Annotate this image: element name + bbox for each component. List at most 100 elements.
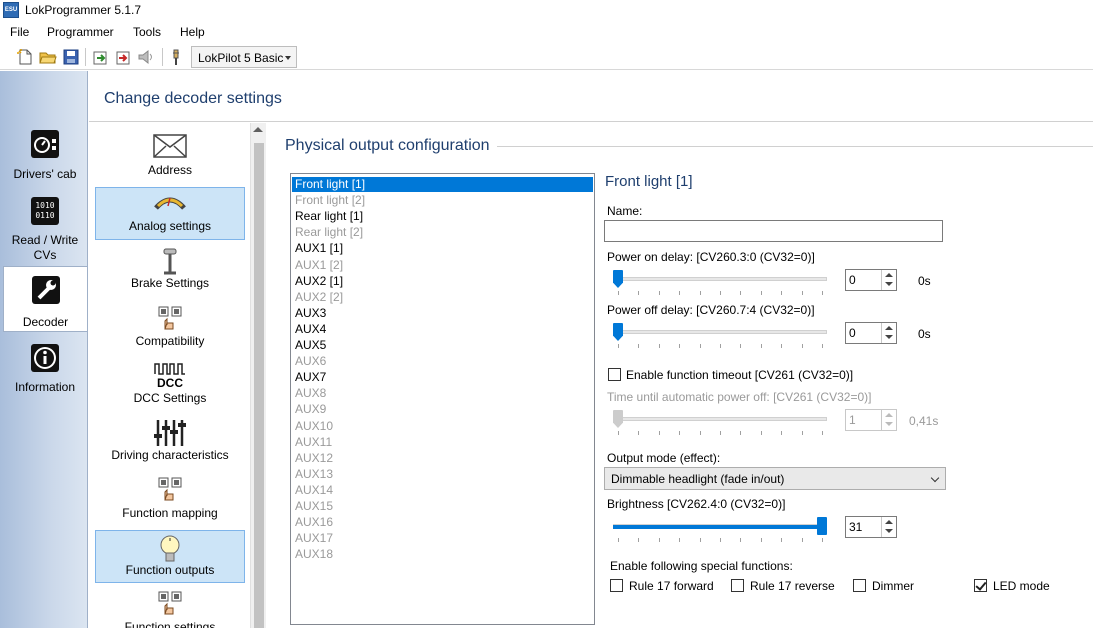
power-off-value: 0 [849, 326, 856, 340]
brightness-spinbox[interactable]: 31 [845, 516, 897, 538]
output-list-item[interactable]: AUX1 [1] [295, 241, 343, 256]
nav-item-information[interactable]: Information [3, 343, 87, 398]
read-decoder-icon[interactable] [91, 48, 109, 66]
menu-file[interactable]: File [10, 25, 29, 39]
envelope-icon [153, 134, 187, 158]
connect-icon[interactable] [167, 48, 185, 66]
slider-fill [613, 525, 817, 529]
scroll-thumb[interactable] [254, 143, 264, 628]
slider-thumb[interactable] [817, 517, 827, 535]
settings-label-brake: Brake Settings [130, 276, 210, 290]
auto-off-slider[interactable] [613, 410, 827, 436]
power-off-slider[interactable] [613, 323, 827, 349]
led-mode-checkbox[interactable] [974, 579, 987, 592]
output-list-item[interactable]: AUX6 [295, 354, 326, 369]
slider-track[interactable] [613, 277, 827, 281]
output-list-item[interactable]: AUX5 [295, 338, 326, 353]
output-list-item[interactable]: Rear light [2] [295, 225, 363, 240]
output-list-item[interactable]: AUX8 [295, 386, 326, 401]
slider-thumb[interactable] [613, 323, 623, 341]
settings-label-dcc: DCC Settings [133, 391, 207, 405]
spin-buttons[interactable] [881, 323, 896, 343]
brightness-slider[interactable] [613, 517, 827, 543]
output-list-item[interactable]: AUX3 [295, 306, 326, 321]
bulb-icon [160, 535, 180, 562]
spin-down-icon[interactable] [885, 282, 893, 286]
output-list-item[interactable]: AUX16 [295, 515, 333, 530]
cv-table-icon: 1010 0110 [31, 197, 59, 225]
output-list-item[interactable]: AUX1 [2] [295, 258, 343, 273]
toolbar-separator [162, 48, 163, 66]
nav-label-read-write-cvs: Read / Write CVs [11, 233, 79, 262]
rule17-forward-checkbox[interactable] [610, 579, 623, 592]
menu-programmer[interactable]: Programmer [47, 25, 114, 39]
settings-item-function-outputs[interactable]: Function outputs [95, 530, 245, 583]
output-list-item[interactable]: AUX12 [295, 451, 333, 466]
auto-off-spinbox[interactable]: 1 [845, 409, 897, 431]
output-list[interactable]: Front light [1] Front light [2] Rear light… [290, 173, 595, 625]
output-list-item[interactable]: AUX2 [2] [295, 290, 343, 305]
window-title: LokProgrammer 5.1.7 [25, 3, 142, 17]
power-off-spinbox[interactable]: 0 [845, 322, 897, 344]
output-list-item[interactable]: AUX17 [295, 531, 333, 546]
output-list-item[interactable]: AUX9 [295, 402, 326, 417]
sound-icon[interactable] [137, 48, 155, 66]
spin-buttons[interactable] [881, 410, 896, 430]
decoder-type-dropdown[interactable]: LokPilot 5 Basic [191, 46, 297, 68]
output-list-item[interactable]: AUX13 [295, 467, 333, 482]
slider-thumb[interactable] [613, 410, 623, 428]
output-list-item[interactable]: AUX10 [295, 419, 333, 434]
output-list-item[interactable]: AUX15 [295, 499, 333, 514]
spin-up-icon[interactable] [885, 326, 893, 330]
slider-thumb[interactable] [613, 270, 623, 288]
write-decoder-icon[interactable] [114, 48, 132, 66]
settings-item-dcc[interactable]: DCC DCC Settings [95, 360, 245, 410]
open-folder-icon[interactable] [39, 48, 57, 66]
output-list-item[interactable]: Rear light [1] [295, 209, 363, 224]
nav-item-decoder[interactable]: Decoder [3, 266, 87, 332]
nav-item-read-write-cvs[interactable]: 1010 0110 Read / Write CVs [3, 196, 87, 262]
output-list-item[interactable]: AUX18 [295, 547, 333, 562]
new-file-icon[interactable] [16, 48, 34, 66]
menu-help[interactable]: Help [180, 25, 205, 39]
timeout-checkbox[interactable] [608, 368, 621, 381]
spin-down-icon[interactable] [885, 529, 893, 533]
spin-up-icon[interactable] [885, 413, 893, 417]
compatibility-icon [158, 306, 182, 330]
auto-off-time: 0,41s [909, 414, 939, 428]
output-list-item[interactable]: Front light [1] [292, 177, 593, 192]
settings-item-compatibility[interactable]: Compatibility [95, 303, 245, 353]
save-icon[interactable] [62, 48, 80, 66]
settings-item-address[interactable]: Address [95, 131, 245, 181]
spin-up-icon[interactable] [885, 273, 893, 277]
settings-item-brake[interactable]: Brake Settings [95, 245, 245, 295]
menu-tools[interactable]: Tools [133, 25, 161, 39]
settings-scrollbar[interactable] [250, 123, 266, 628]
spin-up-icon[interactable] [885, 520, 893, 524]
output-mode-value: Dimmable headlight (fade in/out) [611, 472, 785, 486]
settings-item-analog[interactable]: Analog settings [95, 187, 245, 240]
output-mode-select[interactable]: Dimmable headlight (fade in/out) [604, 467, 946, 490]
spin-down-icon[interactable] [885, 422, 893, 426]
slider-track[interactable] [613, 330, 827, 334]
output-list-item[interactable]: AUX7 [295, 370, 326, 385]
dimmer-checkbox[interactable] [853, 579, 866, 592]
spin-buttons[interactable] [881, 517, 896, 537]
name-input[interactable] [604, 220, 943, 242]
settings-item-driving[interactable]: Driving characteristics [95, 416, 245, 466]
output-list-item[interactable]: AUX4 [295, 322, 326, 337]
output-list-item[interactable]: Front light [2] [295, 193, 365, 208]
output-list-item[interactable]: AUX11 [295, 435, 332, 450]
nav-item-drivers-cab[interactable]: Drivers' cab [3, 129, 87, 189]
spin-down-icon[interactable] [885, 335, 893, 339]
spin-buttons[interactable] [881, 270, 896, 290]
slider-track[interactable] [613, 417, 827, 421]
rule17-reverse-checkbox[interactable] [731, 579, 744, 592]
output-list-item[interactable]: AUX2 [1] [295, 274, 343, 289]
power-on-spinbox[interactable]: 0 [845, 269, 897, 291]
output-list-item[interactable]: AUX14 [295, 483, 333, 498]
settings-item-function-settings[interactable]: Function settings [95, 588, 245, 628]
power-on-slider[interactable] [613, 270, 827, 296]
settings-item-function-mapping[interactable]: Function mapping [95, 474, 245, 524]
scroll-up-icon[interactable] [253, 127, 263, 132]
